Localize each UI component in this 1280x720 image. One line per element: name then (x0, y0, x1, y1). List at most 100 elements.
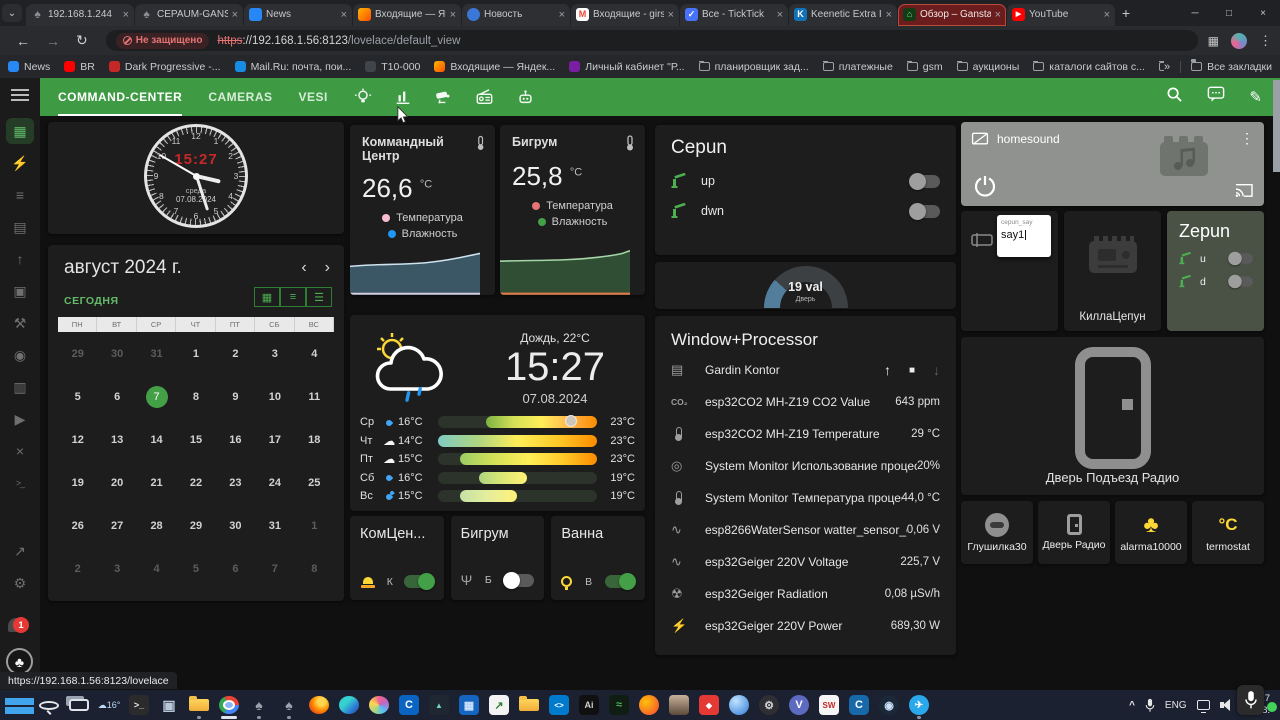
tab-close-icon[interactable]: × (450, 9, 456, 21)
tray-expand-icon[interactable]: ^ (1129, 700, 1135, 711)
forward-icon[interactable]: → (46, 33, 60, 49)
calendar-view-month[interactable]: ▦ (254, 287, 280, 307)
browser-tab[interactable]: ✓ Все - TickTick × (680, 3, 788, 26)
gauge-card[interactable]: 19 val Дверь (655, 262, 956, 309)
ha-app-2[interactable]: ♠ (274, 690, 304, 720)
browser-tab[interactable]: News × (244, 3, 352, 26)
calendar-day[interactable]: 25 (295, 461, 334, 504)
calendar-day[interactable]: 6 (97, 375, 136, 418)
sensor-row[interactable]: System Monitor Температура процессора 44… (655, 482, 956, 514)
bookmark-item[interactable]: BR (64, 61, 95, 73)
remote-app[interactable]: ▣ (154, 690, 184, 720)
cepun-say-card[interactable]: cepun_say say1 (961, 211, 1058, 331)
sidebar-item-nodered[interactable]: × (6, 438, 34, 464)
sidebar-item-overview[interactable]: ▦ (6, 118, 34, 144)
calendar-day[interactable]: 26 (58, 504, 97, 547)
paint-app[interactable] (364, 690, 394, 720)
calendar-prev-icon[interactable]: ‹ (301, 259, 306, 277)
light-toggle[interactable] (403, 573, 435, 590)
view-tab-vesi[interactable]: VESI (299, 78, 328, 116)
sidebar-item-settings[interactable]: ⚙ (6, 570, 34, 596)
security-badge[interactable]: Не защищено (115, 32, 210, 49)
sensor-row[interactable]: ⚡ esp32Geiger 220V Power 689,30 W (655, 610, 956, 642)
profile-avatar[interactable] (1231, 32, 1247, 49)
sensor-row[interactable]: ◎ System Monitor Использование процессор… (655, 450, 956, 482)
close-button[interactable]: × (1246, 1, 1280, 25)
calendar-day[interactable]: 31 (255, 504, 294, 547)
mini-card-termostat[interactable]: °C termostat (1192, 501, 1264, 564)
sphere-app[interactable] (724, 690, 754, 720)
switch-toggle[interactable] (909, 172, 940, 190)
browser-tab[interactable]: M Входящие - girs1 × (571, 3, 679, 26)
red-app[interactable]: ◆ (694, 690, 724, 720)
scrollbar-thumb[interactable] (1273, 80, 1280, 172)
steam-app[interactable]: ◉ (874, 690, 904, 720)
calendar-day[interactable]: 11 (295, 375, 334, 418)
calendar-day[interactable]: 8 (176, 375, 215, 418)
bookmark-item[interactable]: аукционы (956, 60, 1019, 73)
calendar-day[interactable]: 5 (176, 547, 215, 590)
calendar-day[interactable]: 16 (216, 418, 255, 461)
calendar-day[interactable]: 5 (58, 375, 97, 418)
view-tab-command-center[interactable]: COMMAND-CENTER (58, 78, 182, 116)
menu-hamburger-icon[interactable] (11, 89, 29, 101)
tab-close-icon[interactable]: × (995, 9, 1001, 21)
calendar-day[interactable]: 1 (295, 504, 334, 547)
calendar-day[interactable]: 29 (58, 332, 97, 375)
calendar-view-day[interactable]: ☰ (306, 287, 332, 307)
calendar-day[interactable]: 13 (97, 418, 136, 461)
bar-chart-icon[interactable] (394, 88, 412, 106)
sensor-row[interactable]: esp32CO2 MH-Z19 Temperature 29 °C (655, 418, 956, 450)
bookmark-item[interactable]: gsm (906, 60, 943, 73)
browser-tab[interactable]: ⌂ Обзор – Gansta- × (898, 3, 1006, 26)
light-card-bigrum[interactable]: Бигрум Ψ Б (450, 516, 545, 600)
calendar-day[interactable]: 1 (176, 332, 215, 375)
sensor-row[interactable]: CO₂ esp32CO2 MH-Z19 CO2 Value 643 ppm (655, 386, 956, 418)
sidebar-item-tools[interactable]: ⚒ (6, 310, 34, 336)
bookmark-item[interactable]: News (8, 61, 50, 73)
tab-close-icon[interactable]: × (123, 9, 129, 21)
sidebar-item-file-upload[interactable]: ↑ (6, 246, 34, 272)
start-button[interactable] (4, 690, 34, 720)
switch-toggle[interactable] (1228, 251, 1253, 266)
sidebar-item-media[interactable]: ▶ (6, 406, 34, 432)
browser-tab[interactable]: ♠ CEPAUM-GANSTA × (135, 3, 243, 26)
sidebar-item-energy[interactable]: ⚡ (6, 150, 34, 176)
calendar-day[interactable]: 2 (58, 547, 97, 590)
bookmark-item[interactable]: Личный кабинет "Р... (569, 61, 685, 73)
calendar-today-button[interactable]: СЕГОДНЯ (64, 295, 119, 307)
orange-app[interactable] (634, 690, 664, 720)
bookmark-item[interactable]: T10-000 (365, 61, 420, 73)
switch-toggle[interactable] (909, 202, 940, 220)
user-avatar[interactable]: ♣ (6, 648, 33, 675)
cover-stop-button[interactable]: ■ (909, 365, 915, 376)
sensor-row[interactable]: ☢ esp32Geiger Radiation 0,08 µSv/h (655, 578, 956, 610)
calendar-day[interactable]: 3 (97, 547, 136, 590)
firefox-app[interactable] (304, 690, 334, 720)
sensor-row[interactable]: ∿ esp32Geiger 220V Voltage 225,7 V (655, 546, 956, 578)
network-icon[interactable] (1196, 700, 1210, 713)
calendar-day[interactable]: 28 (137, 504, 176, 547)
photos-app[interactable]: ▲ (424, 690, 454, 720)
portrait-app[interactable] (664, 690, 694, 720)
bookmark-item[interactable]: Входящие — Яндек... (434, 61, 555, 73)
restore-button[interactable]: □ (1212, 1, 1246, 25)
folder-app[interactable] (514, 690, 544, 720)
calendar-day[interactable]: 31 (137, 332, 176, 375)
calendar-day[interactable]: 30 (216, 504, 255, 547)
calendar-day[interactable]: 15 (176, 418, 215, 461)
calendar-day[interactable]: 14 (137, 418, 176, 461)
light-card-vanna[interactable]: Ванна В (551, 516, 646, 600)
calendar-next-icon[interactable]: › (325, 259, 330, 277)
calendar-day[interactable]: 6 (216, 547, 255, 590)
microphone-icon[interactable] (1145, 698, 1155, 713)
calendar-day[interactable]: 12 (58, 418, 97, 461)
door-entry-card[interactable]: Дверь Подъезд Радио (961, 337, 1264, 495)
calendar-day[interactable]: 4 (137, 547, 176, 590)
blue-app[interactable]: ▦ (454, 690, 484, 720)
calendar-day[interactable]: 2 (216, 332, 255, 375)
language-indicator[interactable]: ENG (1165, 700, 1187, 711)
calendar-day[interactable]: 29 (176, 504, 215, 547)
tab-close-icon[interactable]: × (341, 9, 347, 21)
cctv-icon[interactable] (434, 88, 453, 106)
